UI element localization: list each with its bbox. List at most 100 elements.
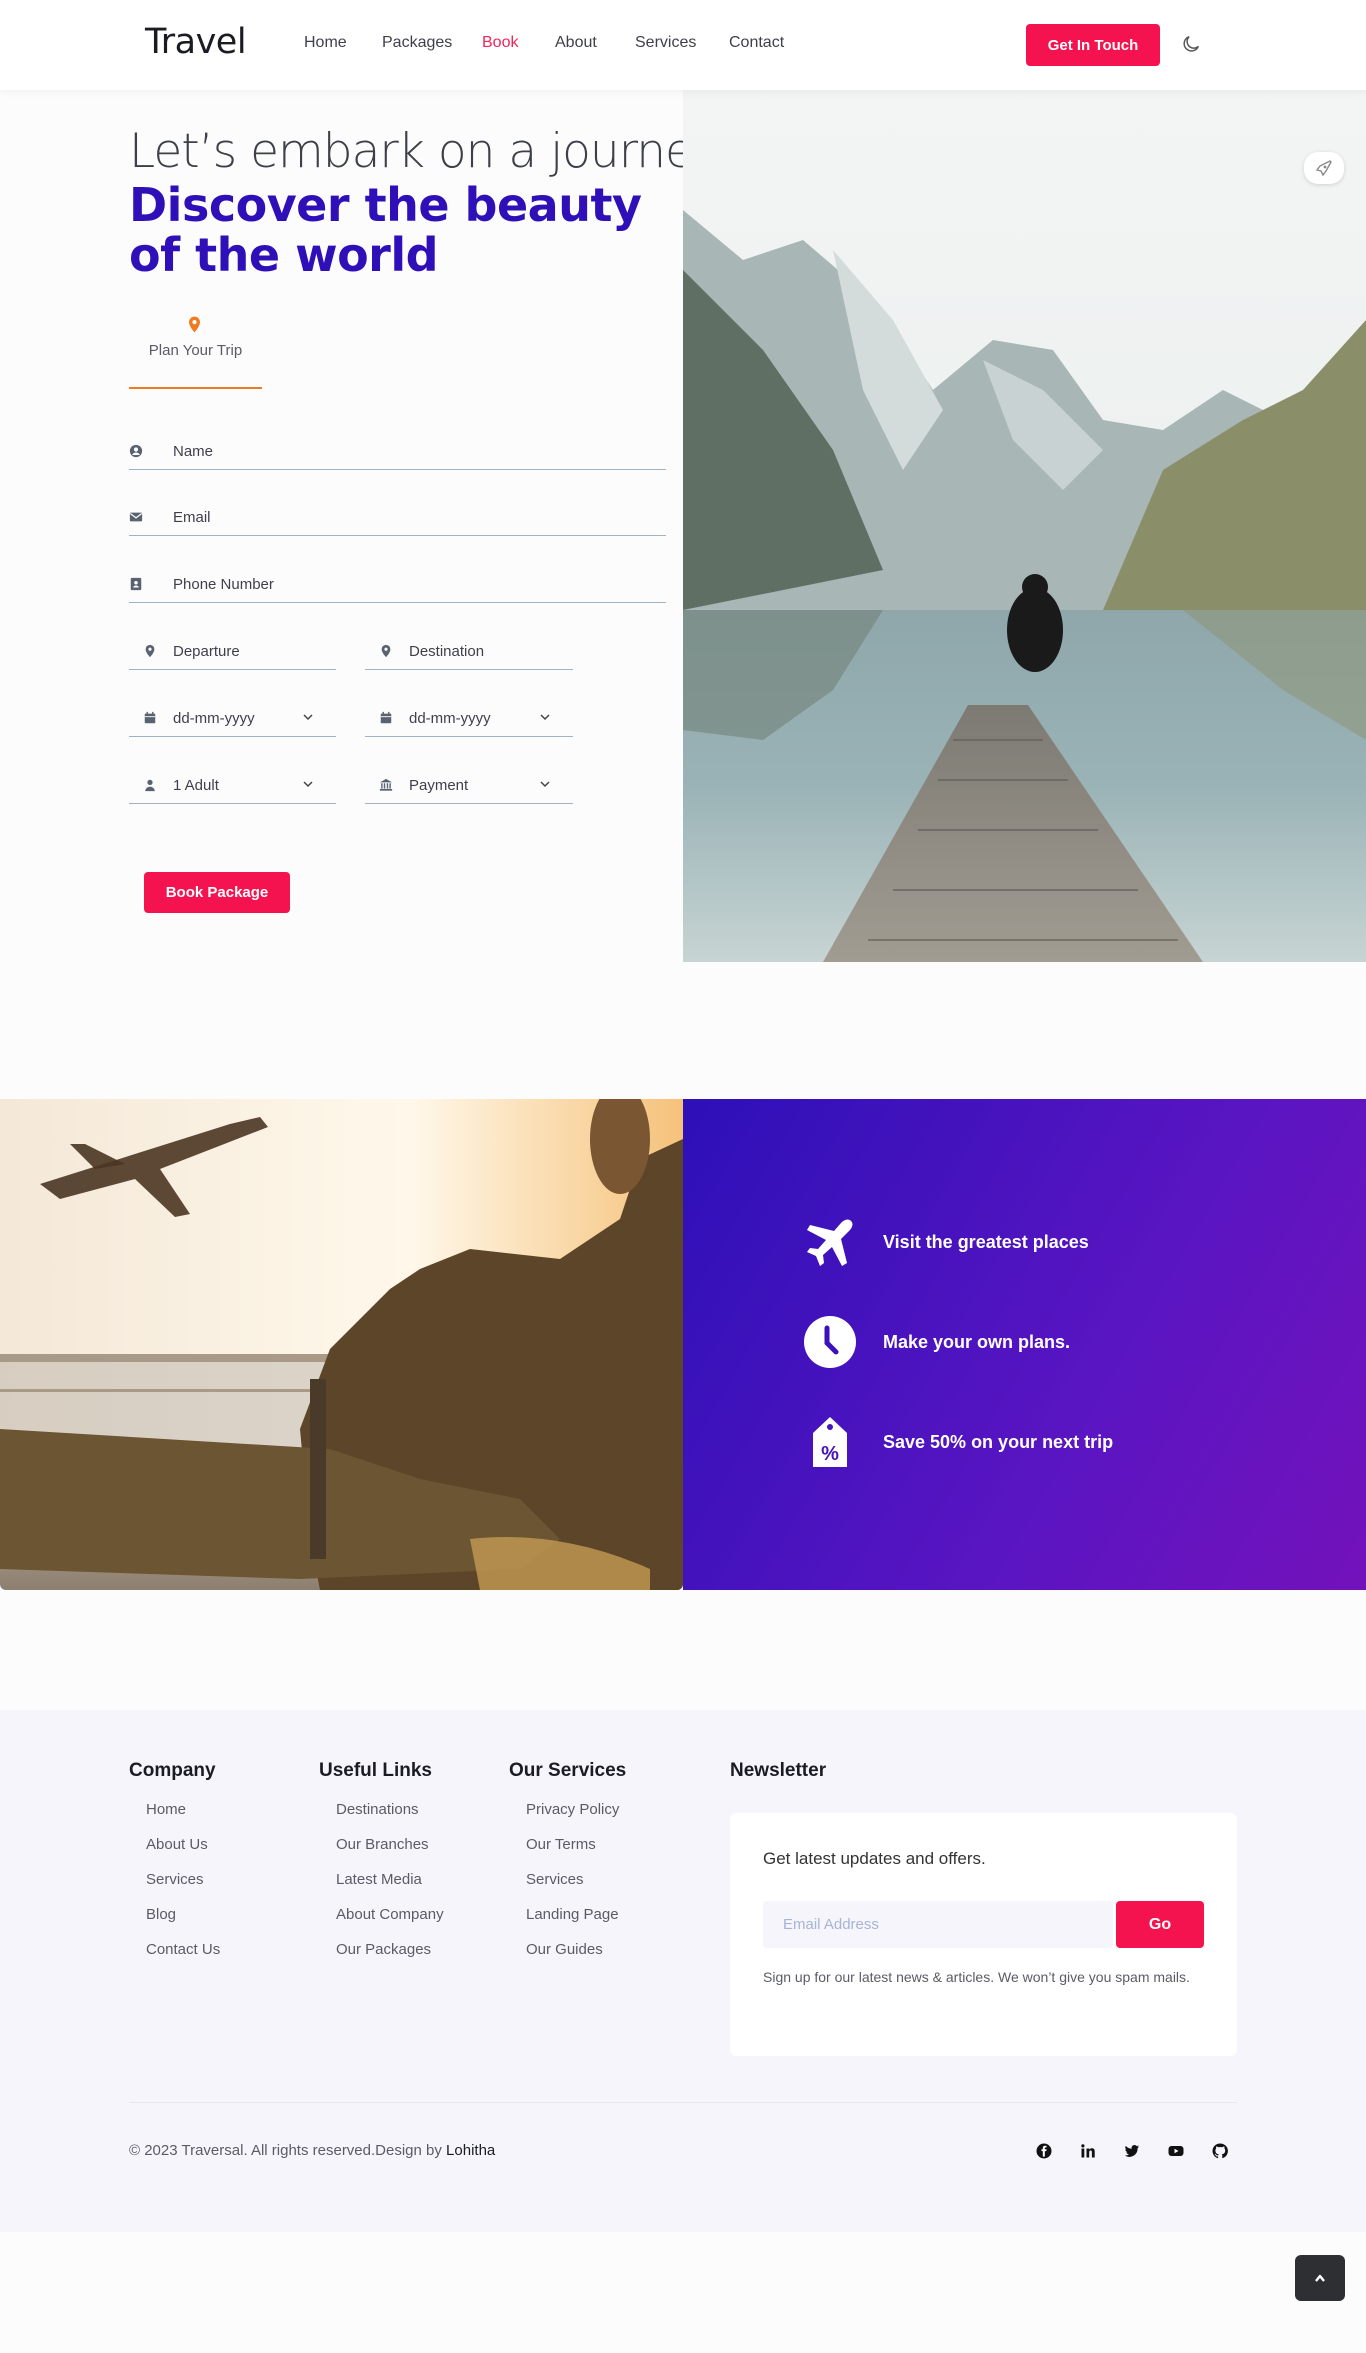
envelope-icon	[129, 512, 143, 522]
site-header: Travel Home Packages Book About Services…	[0, 0, 1366, 90]
location-pin-icon	[189, 316, 200, 333]
chevron-down-icon	[303, 781, 313, 788]
plane-icon	[807, 1219, 853, 1266]
author-link[interactable]: Lohitha	[446, 2142, 495, 2159]
nav-packages[interactable]: Packages	[382, 34, 482, 52]
book-package-button[interactable]: Book Package	[144, 872, 290, 913]
chevron-down-icon	[540, 781, 550, 788]
footer-link[interactable]: Latest Media	[336, 1871, 444, 1906]
footer-heading: Useful Links	[319, 1760, 432, 1781]
newsletter-email-input[interactable]	[763, 1901, 1113, 1948]
payment-value: Payment	[409, 777, 469, 794]
feature-item: % Save 50% on your next trip	[803, 1415, 1113, 1469]
tab-plan-your-trip[interactable]: Plan Your Trip	[129, 312, 262, 389]
feature-item: Visit the greatest places	[803, 1215, 1089, 1269]
chevron-up-icon	[1315, 2274, 1325, 2282]
location-pin-icon	[381, 644, 391, 658]
facebook-icon[interactable]	[1022, 2140, 1066, 2162]
twitter-icon[interactable]	[1110, 2140, 1154, 2162]
travelers-value: 1 Adult	[173, 777, 219, 794]
destination-field[interactable]: Destination	[365, 640, 573, 670]
social-links	[1022, 2140, 1242, 2162]
newsletter-go-button[interactable]: Go	[1116, 1901, 1204, 1948]
nav-contact[interactable]: Contact	[729, 34, 799, 52]
footer-divider	[129, 2102, 1237, 2103]
feature-label: Save 50% on your next trip	[883, 1431, 1114, 1452]
footer-link[interactable]: Services	[526, 1871, 626, 1906]
date-to-field[interactable]: dd-mm-yyyy	[365, 707, 573, 737]
feature-label: Visit the greatest places	[883, 1231, 1089, 1252]
footer-link[interactable]: About Us	[146, 1836, 220, 1871]
name-field[interactable]: Name	[129, 440, 666, 470]
newsletter-box: Get latest updates and offers. Go Sign u…	[730, 1813, 1237, 2056]
footer-heading: Our Services	[509, 1760, 627, 1781]
get-in-touch-button[interactable]: Get In Touch	[1026, 24, 1160, 66]
email-field[interactable]: Email	[129, 506, 666, 536]
nav-home[interactable]: Home	[304, 34, 382, 52]
chevron-down-icon	[303, 714, 313, 721]
footer-link[interactable]: Our Packages	[336, 1941, 444, 1976]
footer-link[interactable]: Our Terms	[526, 1836, 626, 1871]
footer-heading: Company	[129, 1760, 216, 1781]
email-placeholder: Email	[173, 509, 211, 526]
calendar-icon	[144, 711, 156, 724]
phone-placeholder: Phone Number	[173, 576, 274, 593]
svg-text:%: %	[821, 1443, 839, 1465]
rocket-icon	[1315, 160, 1332, 177]
departure-placeholder: Departure	[173, 643, 240, 660]
newsletter-tagline: Get latest updates and offers.	[763, 1849, 986, 1868]
hero-lake-image	[683, 90, 1366, 962]
user-circle-icon	[129, 444, 143, 458]
youtube-icon[interactable]	[1154, 2140, 1198, 2162]
features-panel: Visit the greatest places Make your own …	[683, 1099, 1366, 1590]
main-nav: Home Packages Book About Services Contac…	[304, 34, 799, 52]
location-pin-icon	[145, 644, 155, 658]
footer-heading: Newsletter	[730, 1760, 827, 1781]
departure-field[interactable]: Departure	[129, 640, 336, 670]
nav-services[interactable]: Services	[635, 34, 729, 52]
footer-link[interactable]: About Company	[336, 1906, 444, 1941]
newsletter-note: Sign up for our latest news & articles. …	[763, 1969, 1190, 1985]
scroll-to-top-button[interactable]	[1295, 2255, 1345, 2301]
linkedin-icon[interactable]	[1066, 2140, 1110, 2162]
footer-link[interactable]: Blog	[146, 1906, 220, 1941]
footer-link[interactable]: Services	[146, 1871, 220, 1906]
footer-services-column: Our Services Privacy Policy Our Terms Se…	[509, 1760, 626, 1976]
nav-book[interactable]: Book	[482, 34, 555, 52]
phone-field[interactable]: Phone Number	[129, 573, 666, 603]
payment-select[interactable]: Payment	[365, 774, 573, 804]
user-icon	[145, 779, 155, 792]
footer-link[interactable]: Home	[146, 1801, 220, 1836]
copyright-text: © 2023 Traversal. All rights reserved.De…	[129, 2142, 442, 2159]
traveler-airport-image	[0, 1099, 683, 1590]
footer-link[interactable]: Privacy Policy	[526, 1801, 626, 1836]
date-from-value: dd-mm-yyyy	[173, 710, 255, 727]
date-from-field[interactable]: dd-mm-yyyy	[129, 707, 336, 737]
feature-label: Make your own plans.	[883, 1331, 1071, 1352]
moon-icon[interactable]	[1180, 33, 1202, 55]
footer-link[interactable]: Our Guides	[526, 1941, 626, 1976]
footer-link[interactable]: Destinations	[336, 1801, 444, 1836]
footer-link[interactable]: Landing Page	[526, 1906, 626, 1941]
copyright: © 2023 Traversal. All rights reserved.De…	[129, 2142, 495, 2159]
clock-icon	[804, 1316, 856, 1368]
discount-tag-icon: %	[813, 1417, 847, 1467]
date-to-value: dd-mm-yyyy	[409, 710, 491, 727]
footer-link[interactable]: Contact Us	[146, 1941, 220, 1976]
footer-link[interactable]: Our Branches	[336, 1836, 444, 1871]
bank-icon	[379, 778, 393, 791]
travelers-select[interactable]: 1 Adult	[129, 774, 336, 804]
hero-heading: Let’s embark on a journey	[129, 124, 721, 179]
hero-subheading: Discover the beauty of the world	[129, 178, 642, 282]
footer-useful-links-column: Useful Links Destinations Our Branches L…	[319, 1760, 444, 1976]
contact-card-icon	[130, 577, 142, 591]
nav-about[interactable]: About	[555, 34, 635, 52]
logo[interactable]: Travel	[145, 22, 247, 62]
feature-item: Make your own plans.	[803, 1315, 1070, 1369]
footer-company-column: Company Home About Us Services Blog Cont…	[129, 1760, 220, 1976]
footer-newsletter-column: Newsletter	[730, 1760, 826, 1801]
destination-placeholder: Destination	[409, 643, 485, 660]
rocket-floating-button[interactable]	[1304, 152, 1344, 184]
github-icon[interactable]	[1198, 2140, 1242, 2162]
site-footer: Company Home About Us Services Blog Cont…	[0, 1710, 1366, 2232]
